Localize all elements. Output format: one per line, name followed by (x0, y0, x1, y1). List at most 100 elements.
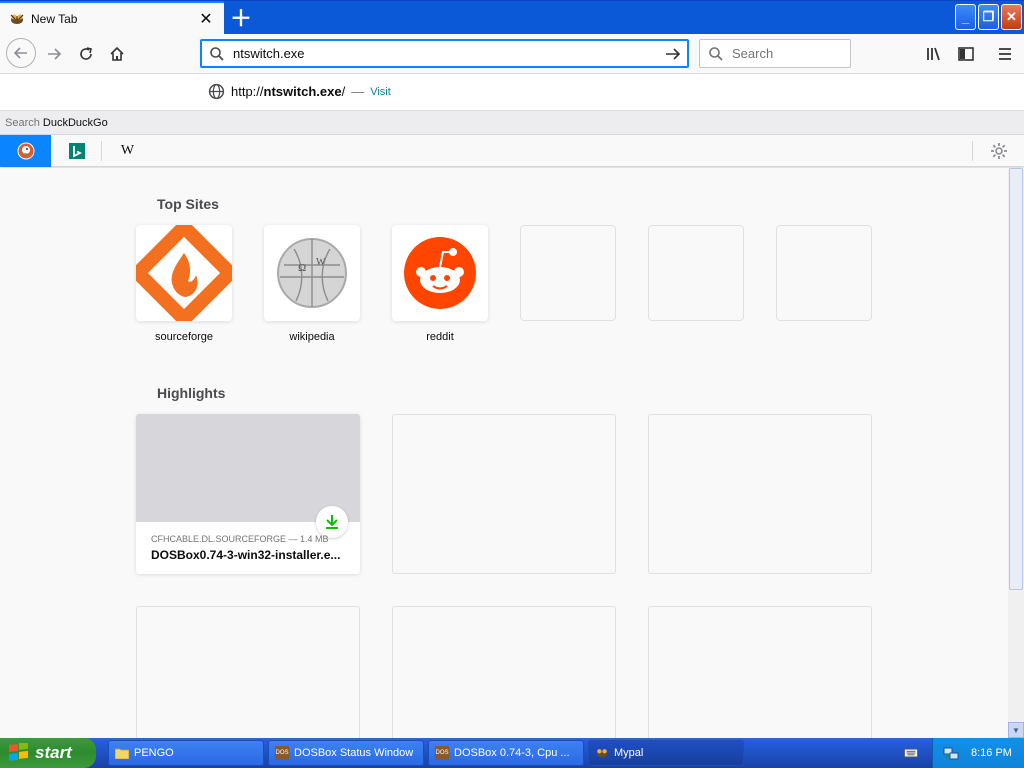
top-sites-heading: Top Sites (157, 196, 219, 212)
url-suggestion-popup: http://ntswitch.exe/ — Visit (0, 74, 1024, 111)
duckduckgo-engine-button[interactable] (0, 135, 51, 167)
forward-button[interactable] (40, 40, 68, 68)
suggestion-separator: — (351, 84, 365, 99)
search-icon (708, 46, 724, 62)
search-engine-name: DuckDuckGo (42, 117, 108, 129)
start-button[interactable]: start (0, 738, 96, 768)
suggestion-url-host: ntswitch.exe (263, 84, 342, 99)
minimize-button[interactable]: _ (955, 4, 976, 30)
bing-engine-button[interactable] (51, 135, 102, 167)
search-icon (209, 46, 225, 62)
highlight-empty-slot (648, 414, 872, 574)
new-tab-page: Top Sites sourceforge Ω W wikipedia redd (0, 168, 1008, 738)
svg-text:W: W (316, 257, 326, 268)
url-input[interactable]: ntswitch.exe (233, 46, 664, 61)
globe-icon (208, 83, 225, 100)
svg-text:Ω: Ω (298, 262, 306, 274)
mypal-icon (9, 11, 25, 27)
suggestion-url-prefix: http:// (231, 84, 264, 99)
tab-title: New Tab (31, 12, 78, 26)
search-placeholder: Search (732, 46, 774, 61)
home-icon (110, 46, 124, 61)
start-label: start (35, 743, 72, 762)
scrollbar-thumb[interactable] (1009, 168, 1023, 590)
navigation-toolbar: ntswitch.exe Search (0, 34, 1024, 74)
taskbar-item-label: DOSBox Status Window (294, 747, 414, 759)
close-window-button[interactable]: ✕ (1001, 4, 1022, 30)
taskbar-item-label: Mypal (614, 747, 644, 759)
home-button[interactable] (103, 40, 131, 68)
dosbox-icon: DOS (275, 746, 289, 760)
vertical-scrollbar[interactable]: ▼ (1008, 168, 1024, 738)
top-site-reddit[interactable] (392, 225, 488, 321)
folder-icon (115, 746, 129, 760)
keyboard-icon (904, 746, 918, 760)
taskbar: start PENGO DOS DOSBox Status Window DOS… (0, 738, 1024, 768)
system-tray: 8:16 PM (932, 738, 1024, 768)
back-button[interactable] (6, 38, 36, 68)
search-with-label: Search (5, 117, 40, 129)
visit-action: Visit (370, 85, 391, 98)
back-arrow-icon (13, 47, 27, 59)
highlight-source: CFHCABLE.DL.SOURCEFORGE — 1.4 MB (151, 534, 329, 544)
top-site-label: sourceforge (154, 331, 214, 343)
keyboard-layout-button[interactable] (900, 740, 926, 766)
taskbar-item-mypal[interactable]: Mypal (588, 740, 744, 766)
top-site-sourceforge[interactable] (136, 225, 232, 321)
suggestion-url-suffix: / (341, 84, 346, 99)
taskbar-item-pengo[interactable]: PENGO (108, 740, 264, 766)
sidebar-icon (958, 47, 974, 61)
top-site-empty-slot[interactable] (520, 225, 616, 321)
wikipedia-w-icon: W (120, 143, 135, 158)
forward-arrow-icon (48, 48, 62, 60)
reload-button[interactable] (72, 40, 100, 68)
sourceforge-logo-icon (136, 225, 232, 321)
url-bar[interactable]: ntswitch.exe (200, 39, 689, 68)
search-settings-button[interactable] (973, 135, 1024, 167)
library-icon (927, 47, 940, 61)
new-tab-button[interactable]: ＋ (228, 4, 254, 31)
reload-icon (80, 47, 92, 60)
title-bar: New Tab ✕ ＋ _ ❐ ✕ (0, 0, 1024, 35)
library-button[interactable] (920, 40, 948, 68)
tab-new-tab[interactable]: New Tab ✕ (0, 1, 224, 35)
go-arrow-icon[interactable] (664, 46, 682, 62)
highlights-heading: Highlights (157, 385, 226, 401)
highlight-empty-slot (136, 606, 360, 738)
hamburger-menu-icon (999, 48, 1011, 60)
search-engine-bar: W (0, 135, 1024, 167)
search-bar[interactable]: Search (699, 39, 851, 68)
top-site-empty-slot[interactable] (776, 225, 872, 321)
menu-button[interactable] (991, 40, 1019, 68)
taskbar-item-dosbox-status[interactable]: DOS DOSBox Status Window (268, 740, 424, 766)
dosbox-icon: DOS (435, 746, 449, 760)
taskbar-item-dosbox-cpu[interactable]: DOS DOSBox 0.74-3, Cpu ... (428, 740, 584, 766)
highlight-empty-slot (392, 414, 616, 574)
restore-button[interactable]: ❐ (978, 4, 999, 30)
top-site-label: wikipedia (289, 331, 335, 343)
network-icon[interactable] (943, 745, 959, 761)
clock[interactable]: 8:16 PM (971, 747, 1012, 759)
sidebar-button[interactable] (952, 40, 980, 68)
suggestion-row[interactable]: http://ntswitch.exe/ — Visit (208, 83, 391, 100)
bing-icon (68, 143, 85, 159)
highlight-title: DOSBox0.74-3-win32-installer.e... (151, 548, 341, 562)
reddit-logo-icon (404, 237, 476, 309)
search-with-bar: Search DuckDuckGo (0, 111, 1024, 135)
windows-logo-icon (9, 743, 28, 761)
highlight-card[interactable]: CFHCABLE.DL.SOURCEFORGE — 1.4 MB DOSBox0… (136, 414, 360, 574)
suggestion-url: http://ntswitch.exe/ (231, 84, 345, 99)
wikipedia-globe-icon: Ω W (277, 238, 347, 308)
duckduckgo-icon (17, 142, 34, 160)
top-site-wikipedia[interactable]: Ω W (264, 225, 360, 321)
mypal-icon (595, 746, 609, 760)
highlight-empty-slot (648, 606, 872, 738)
highlight-empty-slot (392, 606, 616, 738)
taskbar-item-label: DOSBox 0.74-3, Cpu ... (454, 747, 570, 759)
close-tab-icon[interactable]: ✕ (198, 11, 214, 28)
taskbar-item-label: PENGO (134, 747, 174, 759)
gear-icon (990, 143, 1007, 159)
wikipedia-engine-button[interactable]: W (102, 135, 153, 167)
top-site-empty-slot[interactable] (648, 225, 744, 321)
scroll-down-icon[interactable]: ▼ (1008, 722, 1024, 738)
